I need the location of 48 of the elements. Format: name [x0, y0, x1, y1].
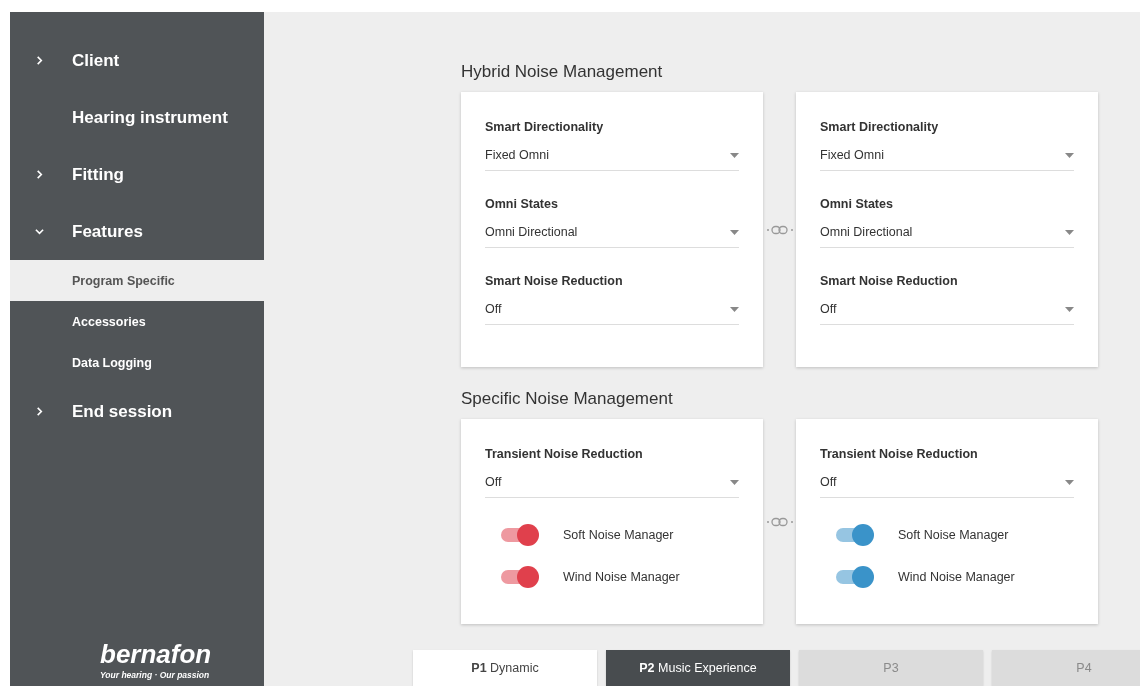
toggle-label: Soft Noise Manager — [563, 528, 674, 542]
toggle-label: Wind Noise Manager — [563, 570, 680, 584]
section-title: Specific Noise Management — [461, 389, 674, 409]
dropdown-field[interactable]: Fixed Omni — [485, 148, 739, 171]
nav-item[interactable]: Hearing instrument — [10, 89, 264, 146]
link-icon[interactable] — [765, 224, 794, 235]
toggle-label: Wind Noise Manager — [898, 570, 1015, 584]
program-tab[interactable]: P1 Dynamic — [413, 650, 597, 686]
chevron-down-icon — [35, 227, 44, 236]
dropdown-caret-icon — [1065, 306, 1074, 312]
dropdown-caret-icon — [730, 306, 739, 312]
toggle-label: Soft Noise Manager — [898, 528, 1009, 542]
dropdown-caret-icon — [1065, 152, 1074, 158]
nav-subitem[interactable]: Data Logging — [10, 342, 264, 383]
dropdown-caret-icon — [730, 229, 739, 235]
setting-label: Transient Noise Reduction — [820, 447, 979, 461]
dropdown-field[interactable]: Omni Directional — [485, 225, 739, 248]
dropdown-caret-icon — [1065, 229, 1074, 235]
dropdown-field[interactable]: Off — [820, 475, 1074, 498]
nav-item[interactable]: Fitting — [10, 146, 264, 203]
dropdown-field[interactable]: Off — [485, 475, 739, 498]
setting-label: Omni States — [485, 197, 559, 211]
nav-item[interactable]: Features — [10, 203, 264, 260]
dropdown-caret-icon — [1065, 479, 1074, 485]
nav-item[interactable]: End session — [10, 383, 264, 440]
dropdown-field[interactable]: Off — [485, 302, 739, 325]
section-title: Hybrid Noise Management — [461, 62, 664, 82]
nav-subitem[interactable]: Accessories — [10, 301, 264, 342]
dropdown-field[interactable]: Omni Directional — [820, 225, 1074, 248]
nav-item[interactable]: Client — [10, 32, 264, 89]
chevron-right-icon — [35, 407, 44, 416]
setting-label: Smart Noise Reduction — [485, 274, 624, 288]
dropdown-field[interactable]: Off — [820, 302, 1074, 325]
logo-tagline: Your hearing · Our passion — [100, 670, 211, 680]
setting-label: Smart Noise Reduction — [820, 274, 959, 288]
setting-label: Smart Directionality — [485, 120, 605, 134]
logo-wordmark: bernafon — [100, 641, 212, 667]
nav-subitem[interactable]: Program Specific — [10, 260, 264, 301]
dropdown-field[interactable]: Fixed Omni — [820, 148, 1074, 171]
program-tab[interactable]: P2 Music Experience — [606, 650, 790, 686]
setting-label: Transient Noise Reduction — [485, 447, 644, 461]
setting-label: Omni States — [820, 197, 894, 211]
setting-label: Smart Directionality — [820, 120, 940, 134]
dropdown-caret-icon — [730, 152, 739, 158]
link-icon[interactable] — [765, 516, 794, 527]
dropdown-caret-icon — [730, 479, 739, 485]
chevron-right-icon — [35, 56, 44, 65]
chevron-right-icon — [35, 170, 44, 179]
